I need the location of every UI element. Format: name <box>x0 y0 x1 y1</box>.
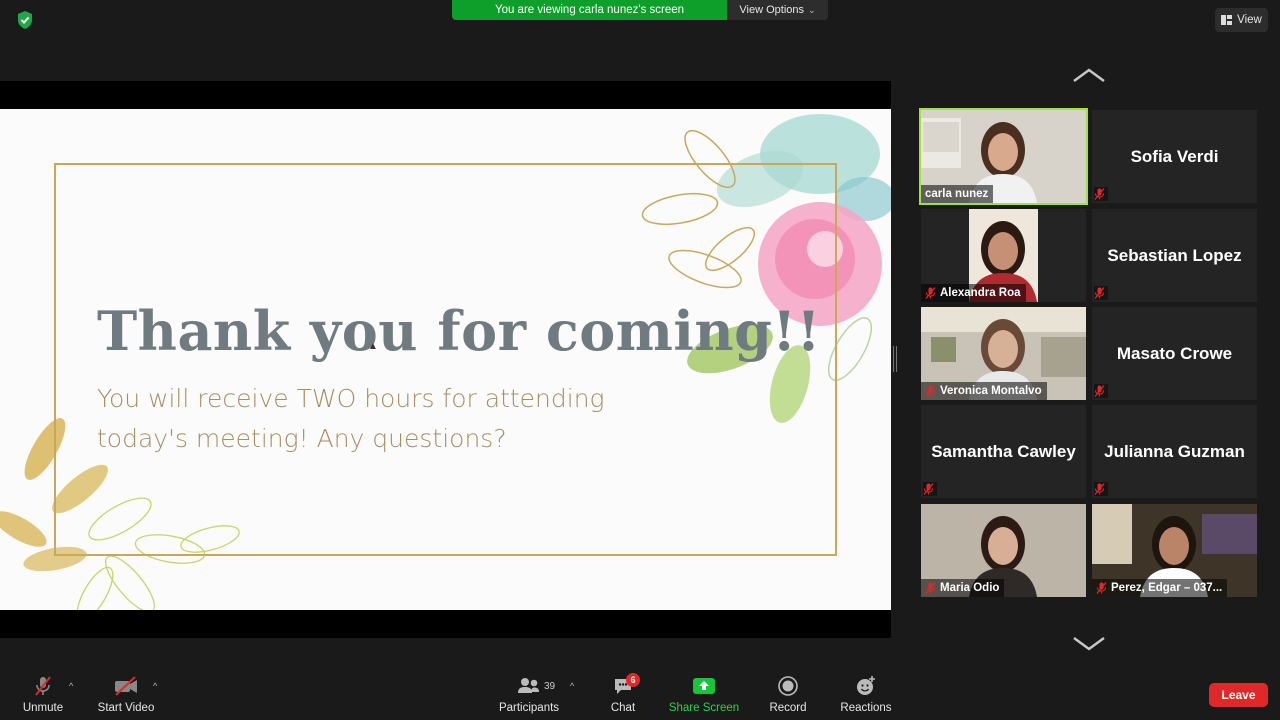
participant-name-display: Masato Crowe <box>1116 343 1233 363</box>
microphone-muted-icon <box>925 385 936 397</box>
microphone-muted-icon <box>1094 385 1105 397</box>
share-screen-label: Share Screen <box>668 702 740 714</box>
muted-indicator <box>1094 286 1108 300</box>
participant-name-label: Veronica Montalvo <box>921 382 1047 400</box>
mouse-cursor-icon: ▲ <box>368 341 378 352</box>
participant-name: Alexandra Roa <box>940 287 1021 299</box>
participants-icon <box>518 678 539 693</box>
participant-tile[interactable]: carla nunez <box>919 108 1088 205</box>
participant-tile[interactable]: Perez, Edgar – 037... <box>1092 504 1257 597</box>
participant-name-display: Sofia Verdi <box>1130 146 1219 166</box>
participant-name: Maria Odio <box>940 582 1000 594</box>
participant-name-display: Samantha Cawley <box>931 441 1076 461</box>
start-video-label: Start Video <box>97 702 155 714</box>
meeting-toolbar: Unmute ^ Start Video ^ Participants 39 ^… <box>0 670 1280 720</box>
view-options-label: View Options <box>739 4 805 16</box>
chat-unread-badge: 6 <box>626 673 640 687</box>
participants-options-chevron-icon[interactable]: ^ <box>570 681 574 691</box>
view-options-button[interactable]: View Options ⌄ <box>727 0 828 20</box>
participant-name: Perez, Edgar – 037... <box>1111 582 1223 594</box>
participants-label: Participants <box>498 702 560 714</box>
muted-indicator <box>1094 187 1108 201</box>
participant-tile[interactable]: Maria Odio <box>921 504 1086 597</box>
participant-name-display: Julianna Guzman <box>1104 441 1245 461</box>
muted-indicator <box>1094 384 1108 398</box>
shared-screen: Thank you for coming!! You will receive … <box>0 81 891 638</box>
gallery-scroll-up-icon[interactable] <box>1072 66 1106 84</box>
grid-view-icon <box>1221 15 1233 25</box>
security-shield-icon[interactable] <box>14 9 36 31</box>
video-camera-off-icon <box>115 676 137 696</box>
audio-options-chevron-icon[interactable]: ^ <box>69 681 73 691</box>
participant-tile[interactable]: Masato Crowe <box>1092 307 1257 400</box>
reactions-button[interactable]: Reactions <box>838 670 894 720</box>
reactions-emoji-icon <box>857 676 875 695</box>
muted-indicator <box>1094 482 1108 496</box>
viewing-screen-banner: You are viewing carla nunez's screen <box>452 0 727 20</box>
participant-name: Veronica Montalvo <box>940 385 1042 397</box>
view-button[interactable]: View <box>1215 8 1268 32</box>
microphone-muted-icon <box>1096 582 1107 594</box>
participant-count: 39 <box>544 681 556 692</box>
unmute-label: Unmute <box>22 702 64 714</box>
microphone-muted-icon <box>925 287 936 299</box>
share-screen-icon <box>693 678 715 694</box>
participant-name-label: Perez, Edgar – 037... <box>1092 579 1228 597</box>
share-screen-button[interactable]: Share Screen <box>666 670 742 720</box>
participant-name-label: Maria Odio <box>921 579 1005 597</box>
presentation-slide: Thank you for coming!! You will receive … <box>0 109 891 610</box>
chat-label: Chat <box>610 702 636 714</box>
record-button[interactable]: Record <box>766 670 810 720</box>
microphone-muted-icon <box>1094 483 1105 495</box>
microphone-muted-icon <box>925 582 936 594</box>
participant-tile[interactable]: Sebastian Lopez <box>1092 209 1257 302</box>
participants-button[interactable]: Participants <box>496 670 562 720</box>
gallery-scroll-down-icon[interactable] <box>1072 635 1106 653</box>
start-video-button[interactable]: Start Video <box>94 670 158 720</box>
slide-subtitle: You will receive TWO hours for attending… <box>97 384 605 453</box>
participant-name-label: Alexandra Roa <box>921 284 1026 302</box>
unmute-button[interactable]: Unmute <box>20 670 66 720</box>
participant-name-label: carla nunez <box>921 185 994 203</box>
reactions-label: Reactions <box>840 702 892 714</box>
top-bar: You are viewing carla nunez's screen Vie… <box>0 0 1280 40</box>
muted-indicator <box>923 482 937 496</box>
microphone-muted-icon <box>35 676 51 696</box>
participant-tile[interactable]: Veronica Montalvo <box>921 307 1086 400</box>
participant-tile[interactable]: Alexandra Roa <box>921 209 1086 302</box>
record-label: Record <box>769 702 807 714</box>
slide-title: Thank you for coming!! <box>97 299 821 363</box>
video-options-chevron-icon[interactable]: ^ <box>153 681 157 691</box>
leave-button[interactable]: Leave <box>1209 683 1268 707</box>
microphone-muted-icon <box>1094 287 1105 299</box>
participant-tile[interactable]: Samantha Cawley <box>921 405 1086 498</box>
microphone-muted-icon <box>923 483 934 495</box>
participant-name: carla nunez <box>925 188 989 200</box>
chevron-down-icon: ⌄ <box>808 4 816 15</box>
microphone-muted-icon <box>1094 188 1105 200</box>
panel-resize-handle[interactable] <box>893 346 897 372</box>
participant-tile[interactable]: Julianna Guzman <box>1092 405 1257 498</box>
view-label: View <box>1237 14 1262 26</box>
record-icon <box>778 676 798 696</box>
participant-tile[interactable]: Sofia Verdi <box>1092 110 1257 203</box>
participant-name-display: Sebastian Lopez <box>1107 245 1242 265</box>
